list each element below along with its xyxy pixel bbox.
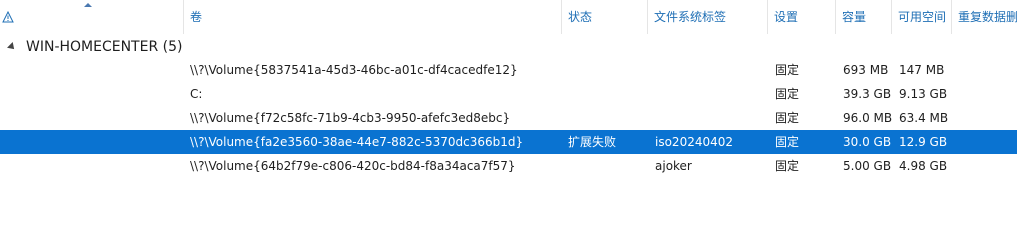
cell-dedup [959, 154, 1014, 178]
cell-dedup [959, 82, 1014, 106]
column-header-provisioning[interactable]: 设置 [768, 0, 836, 34]
cell-capacity: 39.3 GB [843, 87, 892, 101]
cell-provisioning: 固定 [775, 135, 800, 149]
warning-triangle-icon [2, 10, 14, 22]
cell-volume: \\?\Volume{f72c58fc-71b9-4cb3-9950-afefc… [190, 111, 511, 125]
cell-status: 扩展失败 [568, 135, 617, 149]
cell-status [568, 106, 648, 130]
cell-provisioning: 固定 [775, 159, 800, 173]
cell-fs-label [655, 106, 765, 130]
column-header-status[interactable]: 状态 [562, 0, 648, 34]
table-row[interactable]: \\?\Volume{f72c58fc-71b9-4cb3-9950-afefc… [0, 106, 1017, 130]
cell-dedup [959, 58, 1014, 82]
cell-fs-label: ajoker [655, 159, 692, 173]
table-row[interactable]: \\?\Volume{64b2f79e-c806-420c-bd84-f8a34… [0, 154, 1017, 178]
cell-status [568, 82, 648, 106]
column-header-free-space[interactable]: 可用空间 [892, 0, 952, 34]
column-header-warning[interactable] [0, 0, 184, 34]
cell-status [568, 58, 648, 82]
cell-volume: \\?\Volume{64b2f79e-c806-420c-bd84-f8a34… [190, 159, 516, 173]
cell-provisioning: 固定 [775, 63, 800, 77]
cell-volume: \\?\Volume{fa2e3560-38ae-44e7-882c-5370d… [190, 135, 524, 149]
cell-free-space: 63.4 MB [899, 111, 949, 125]
cell-volume: \\?\Volume{5837541a-45d3-46bc-a01c-df4ca… [190, 63, 518, 77]
cell-dedup [959, 130, 1014, 154]
sort-ascending-icon [84, 3, 92, 7]
column-header-volume[interactable]: 卷 [184, 0, 562, 34]
cell-free-space: 4.98 GB [899, 159, 948, 173]
cell-free-space: 147 MB [899, 63, 945, 77]
cell-volume: C: [190, 87, 203, 101]
server-group-header[interactable]: WIN-HOMECENTER (5) [0, 36, 1017, 58]
cell-dedup [959, 106, 1014, 130]
column-header-capacity[interactable]: 容量 [836, 0, 892, 34]
column-header-fs-label[interactable]: 文件系统标签 [648, 0, 768, 34]
cell-fs-label [655, 82, 765, 106]
server-group-label: WIN-HOMECENTER (5) [26, 39, 183, 55]
column-header-bar: 卷 状态 文件系统标签 设置 容量 可用空间 重复数据删除率 [0, 0, 1017, 34]
collapse-caret-icon[interactable] [7, 42, 17, 52]
cell-capacity: 30.0 GB [843, 135, 892, 149]
cell-provisioning: 固定 [775, 87, 800, 101]
cell-fs-label [655, 58, 765, 82]
cell-provisioning: 固定 [775, 111, 800, 125]
cell-capacity: 96.0 MB [843, 111, 893, 125]
table-row-selected[interactable]: \\?\Volume{fa2e3560-38ae-44e7-882c-5370d… [0, 130, 1017, 154]
column-header-dedup[interactable]: 重复数据删除率 [952, 0, 1017, 34]
cell-fs-label: iso20240402 [655, 135, 734, 149]
cell-capacity: 5.00 GB [843, 159, 892, 173]
table-row[interactable]: C: 固定 39.3 GB 9.13 GB [0, 82, 1017, 106]
cell-free-space: 9.13 GB [899, 87, 948, 101]
cell-capacity: 693 MB [843, 63, 889, 77]
cell-status [568, 154, 648, 178]
cell-free-space: 12.9 GB [899, 135, 948, 149]
table-row[interactable]: \\?\Volume{5837541a-45d3-46bc-a01c-df4ca… [0, 58, 1017, 82]
volumes-list-view: 卷 状态 文件系统标签 设置 容量 可用空间 重复数据删除率 WIN-HOMEC… [0, 0, 1017, 240]
